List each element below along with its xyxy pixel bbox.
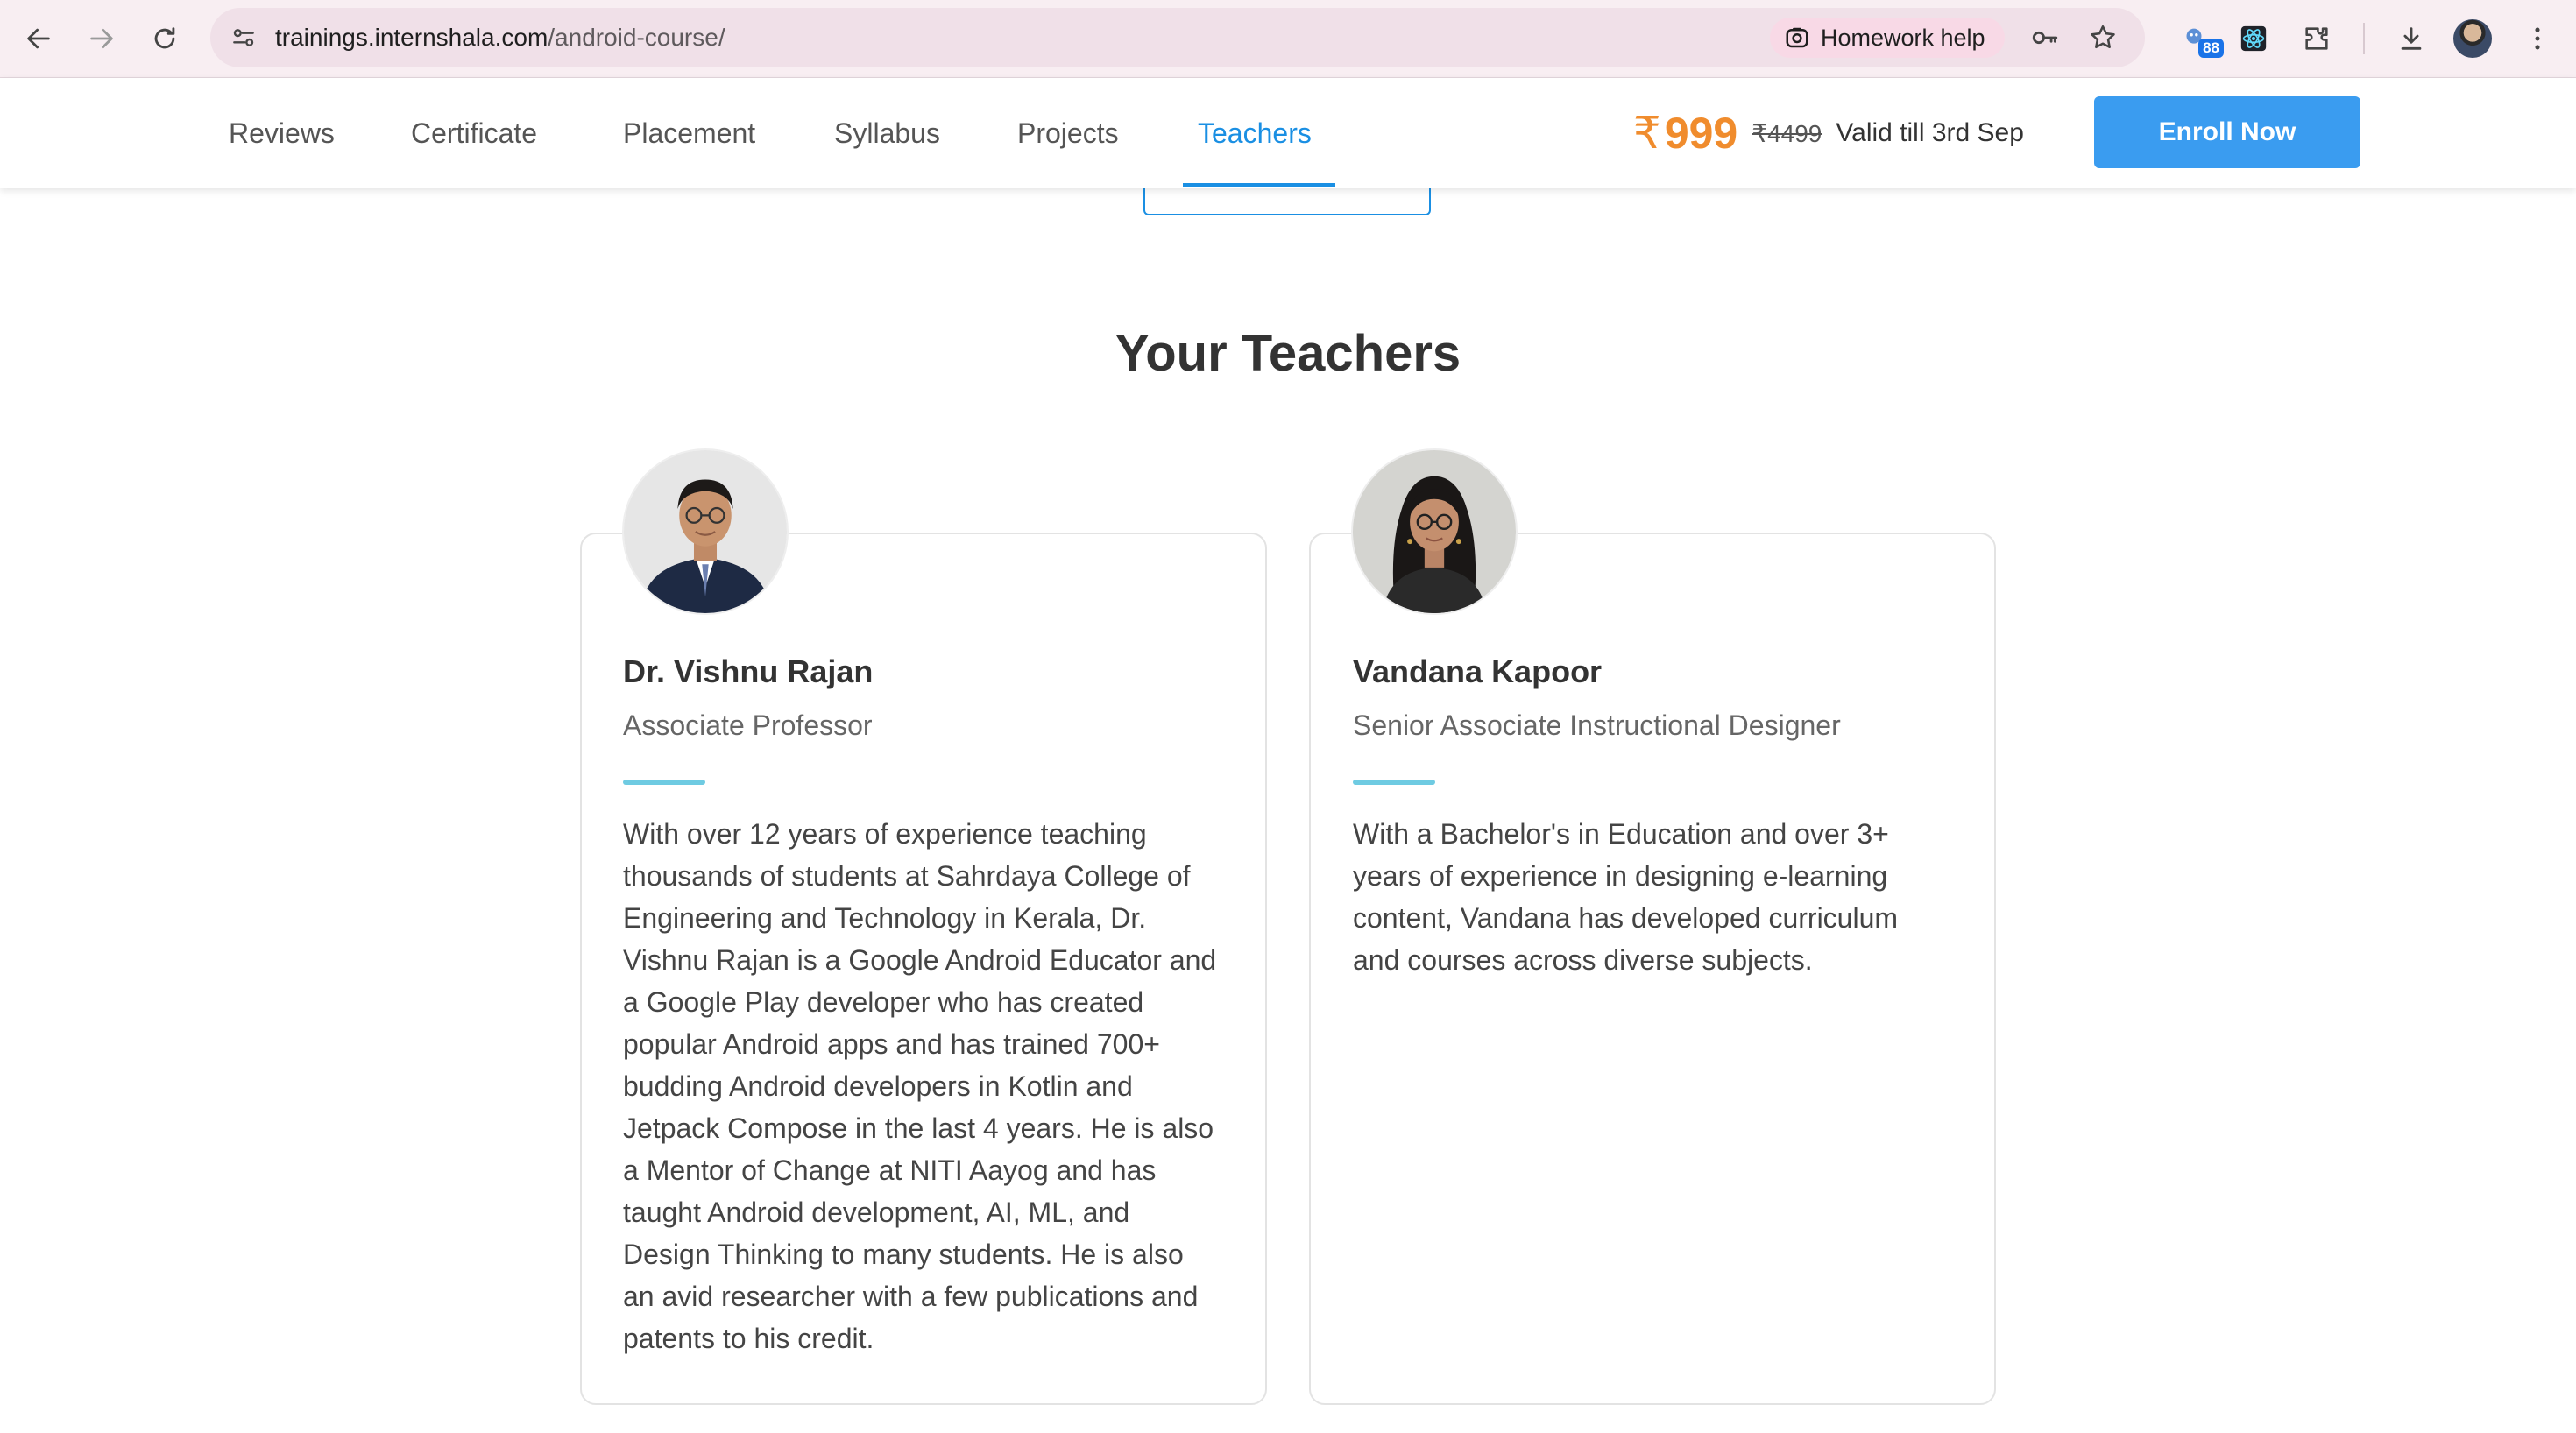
price-info: ₹ 999 ₹4499 Valid till 3rd Sep xyxy=(1633,78,2024,188)
homework-help-chip[interactable]: Homework help xyxy=(1770,18,2005,58)
price-validity: Valid till 3rd Sep xyxy=(1836,118,2024,147)
password-key-icon[interactable] xyxy=(2022,15,2068,60)
back-icon[interactable] xyxy=(16,16,61,61)
extension-icon[interactable]: 88 xyxy=(2171,16,2224,61)
teacher-role: Associate Professor xyxy=(623,709,873,741)
extension-badge: 88 xyxy=(2198,39,2224,58)
tab-placement[interactable]: Placement xyxy=(623,78,755,188)
teacher-avatar xyxy=(622,448,789,615)
menu-icon[interactable] xyxy=(2515,16,2560,61)
accent-divider xyxy=(1353,780,1435,785)
active-tab-indicator xyxy=(1183,183,1335,187)
tab-reviews[interactable]: Reviews xyxy=(229,78,335,188)
teacher-name: Dr. Vishnu Rajan xyxy=(623,653,874,689)
bookmark-star-icon[interactable] xyxy=(2080,15,2126,60)
url-path: /android-course/ xyxy=(548,24,725,51)
tab-certificate[interactable]: Certificate xyxy=(411,78,537,188)
teacher-role: Senior Associate Instructional Designer xyxy=(1353,709,1841,741)
homework-help-label: Homework help xyxy=(1821,24,1985,51)
url-host: trainings.internshala.com xyxy=(275,24,548,51)
tab-projects[interactable]: Projects xyxy=(1017,78,1119,188)
profile-avatar[interactable] xyxy=(2453,19,2492,58)
tab-syllabus[interactable]: Syllabus xyxy=(834,78,940,188)
address-bar[interactable]: trainings.internshala.com/android-course… xyxy=(210,8,2145,67)
teacher-avatar xyxy=(1351,448,1518,615)
course-sticky-nav: Reviews Certificate Placement Syllabus P… xyxy=(0,78,2576,188)
current-price: 999 xyxy=(1664,109,1738,158)
rupee-icon: ₹ xyxy=(1633,109,1661,158)
react-devtools-icon[interactable] xyxy=(2231,16,2276,61)
site-info-icon[interactable] xyxy=(221,15,266,60)
teacher-bio: With over 12 years of experience teachin… xyxy=(623,818,1217,1354)
forward-icon[interactable] xyxy=(79,16,124,61)
teacher-name: Vandana Kapoor xyxy=(1353,653,1603,689)
reload-icon[interactable] xyxy=(142,16,188,61)
original-price: ₹4499 xyxy=(1752,119,1822,147)
url-text[interactable]: trainings.internshala.com/android-course… xyxy=(275,8,725,67)
section-title: Your Teachers xyxy=(1115,325,1461,382)
enroll-now-button[interactable]: Enroll Now xyxy=(2094,96,2360,168)
toolbar-divider xyxy=(2363,23,2365,54)
accent-divider xyxy=(623,780,705,785)
teacher-bio: With a Bachelor's in Education and over … xyxy=(1353,818,1899,976)
download-icon[interactable] xyxy=(2388,16,2434,61)
extension-puzzle-icon[interactable] xyxy=(2294,16,2339,61)
lens-icon xyxy=(1786,27,1808,48)
browser-toolbar: trainings.internshala.com/android-course… xyxy=(0,0,2576,78)
tab-teachers[interactable]: Teachers xyxy=(1198,78,1312,188)
